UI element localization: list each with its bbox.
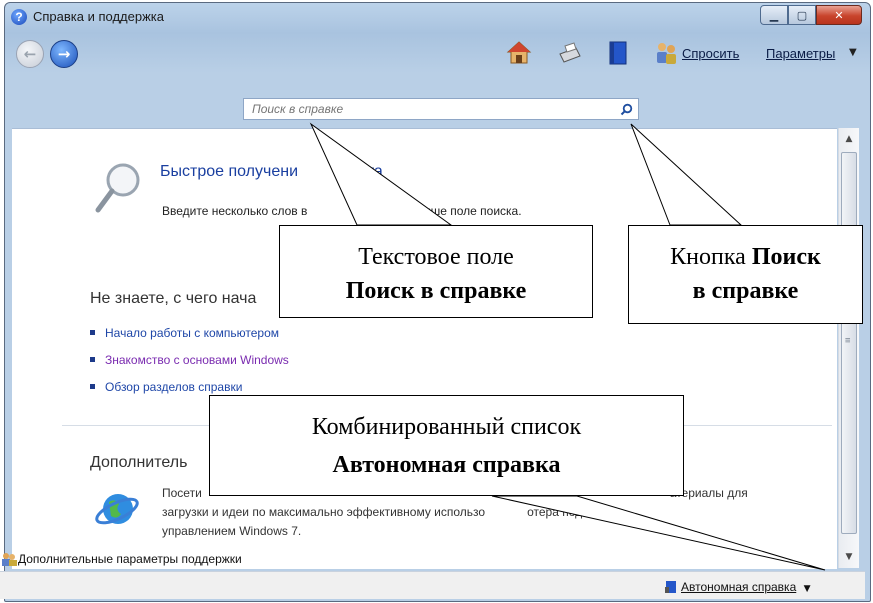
magnifier-icon — [95, 163, 140, 213]
quick-answer-title[interactable]: Быстрое получени вета — [160, 163, 383, 181]
people-icon — [2, 553, 17, 566]
scroll-up-icon[interactable]: ▲ — [839, 130, 859, 148]
vertical-scrollbar[interactable]: ▲ ≡ ▼ — [838, 128, 859, 568]
people-icon — [657, 43, 676, 64]
options-chevron-down-icon[interactable]: ▼ — [849, 47, 857, 58]
link-windows-basics[interactable]: Знакомство с основами Windows — [90, 353, 289, 367]
book-icon — [609, 41, 627, 65]
globe-icon — [95, 494, 139, 525]
callout-text-field: Текстовое поле Поиск в справке — [279, 225, 593, 318]
help-question-icon: ? — [11, 9, 27, 25]
grip-icon: ≡ — [845, 336, 851, 346]
more-support-options-link[interactable]: Дополнительные параметры поддержки — [2, 552, 242, 566]
callout-offline-combobox: Комбинированный список Автономная справк… — [209, 395, 684, 496]
search-box — [243, 98, 639, 120]
more-info-heading: Дополнитель — [90, 454, 188, 471]
arrow-right-icon: → — [57, 45, 71, 63]
link-browse-topics[interactable]: Обзор разделов справки — [90, 380, 242, 394]
search-input[interactable] — [244, 99, 612, 119]
printer-icon — [559, 42, 581, 63]
scroll-thumb[interactable]: ≡ — [841, 152, 857, 534]
link-getting-started[interactable]: Начало работы с компьютером — [90, 326, 279, 340]
home-button[interactable] — [505, 39, 533, 67]
maximize-button[interactable]: ▢ — [788, 5, 816, 25]
search-button[interactable] — [617, 100, 635, 118]
scroll-down-icon[interactable]: ▼ — [839, 548, 859, 566]
forward-button[interactable]: → — [50, 40, 78, 68]
callout-search-button: Кнопка Поиск в справке — [628, 225, 863, 324]
help-book-icon — [665, 581, 676, 593]
print-button[interactable] — [555, 39, 583, 67]
ask-icon-button[interactable] — [652, 39, 680, 67]
back-button[interactable]: ← — [16, 40, 44, 68]
window-title: Справка и поддержка — [33, 9, 164, 24]
close-button[interactable]: ✕ — [816, 5, 862, 25]
home-icon — [506, 41, 532, 64]
search-icon — [620, 103, 632, 115]
title-bar: ? Справка и поддержка ▁ ▢ ✕ — [5, 3, 870, 31]
getting-started-heading: Не знаете, с чего нача — [90, 290, 257, 307]
bullet-icon — [90, 384, 95, 390]
browse-help-button[interactable] — [604, 39, 632, 67]
quick-answer-description: Введите несколько слов в женном выше поле… — [162, 204, 522, 218]
arrow-left-icon: ← — [23, 45, 37, 63]
offline-help-combobox[interactable]: Автономная справка ▼ — [665, 580, 811, 594]
bullet-icon — [90, 357, 95, 363]
minimize-button[interactable]: ▁ — [760, 5, 788, 25]
caption-buttons: ▁ ▢ ✕ — [760, 5, 862, 25]
bullet-icon — [90, 330, 95, 336]
chevron-down-icon[interactable]: ▼ — [804, 584, 811, 594]
ask-link[interactable]: Спросить — [682, 46, 739, 61]
options-link[interactable]: Параметры — [766, 46, 835, 61]
